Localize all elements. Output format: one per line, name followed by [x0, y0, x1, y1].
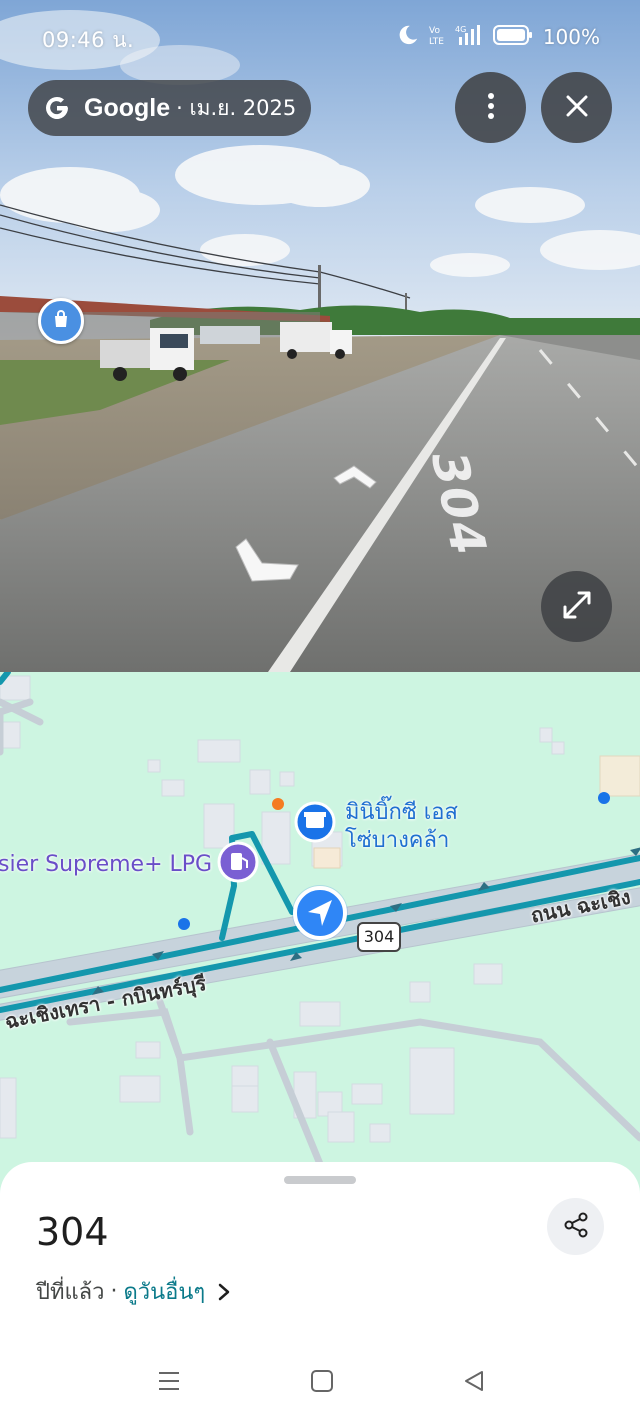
battery-icon	[492, 24, 533, 50]
capture-date: · เม.ย. 2025	[176, 95, 297, 120]
volte-icon: Vo LTE	[429, 23, 445, 51]
system-navigation-bar	[0, 1355, 640, 1411]
more-options-button[interactable]	[455, 72, 526, 143]
close-button[interactable]	[541, 72, 612, 143]
poi-store-label-line2[interactable]: โซ่บางคล้า	[345, 827, 449, 854]
mini-map[interactable]: มินิบิ๊กซี เอส โซ่บางคล้า sier Supreme+ …	[0, 672, 640, 1202]
svg-text:Vo: Vo	[429, 26, 440, 36]
status-time: 09:46 น.	[42, 28, 135, 52]
battery-percent: 100%	[542, 25, 600, 49]
separator: ·	[110, 1279, 118, 1304]
shopping-place-marker[interactable]	[38, 298, 84, 344]
fuel-station-label[interactable]: sier Supreme+ LPG	[0, 852, 212, 877]
see-other-dates-link[interactable]: ดูวันอื่นๆ	[123, 1274, 205, 1309]
recents-icon[interactable]	[157, 1369, 181, 1397]
poi-store-label-line1[interactable]: มินิบิ๊กซี เอส	[345, 799, 458, 826]
google-brand: Google	[84, 93, 171, 122]
svg-text:LTE: LTE	[429, 37, 444, 47]
fullscreen-button[interactable]	[541, 571, 612, 642]
place-title: 304	[36, 1210, 109, 1254]
map-canvas	[0, 672, 640, 1168]
back-icon[interactable]	[462, 1369, 486, 1397]
4g-signal-icon: 4G	[455, 23, 483, 51]
close-icon	[566, 95, 588, 121]
share-icon	[563, 1212, 589, 1242]
home-icon[interactable]	[310, 1369, 334, 1397]
status-icons: Vo LTE 4G 100%	[397, 24, 600, 50]
google-g-icon	[42, 93, 72, 123]
svg-text:4G: 4G	[455, 25, 466, 34]
share-button[interactable]	[547, 1198, 604, 1255]
street-view-panorama[interactable]: 09:46 น. Vo LTE 4G 100% Google · เม.ย. 20…	[0, 0, 640, 672]
moon-icon	[397, 24, 419, 50]
route-shield: 304	[357, 922, 401, 952]
shopping-bag-icon	[51, 309, 71, 333]
status-bar: 09:46 น. Vo LTE 4G 100%	[0, 0, 640, 70]
imagery-info-pill[interactable]: Google · เม.ย. 2025	[28, 80, 311, 136]
more-vert-icon	[487, 92, 495, 123]
capture-relative-time: ปีที่แล้ว	[36, 1280, 105, 1305]
capture-info-row[interactable]: ปีที่แล้ว · ดูวันอื่นๆ	[36, 1274, 231, 1309]
chevron-right-icon	[217, 1282, 231, 1302]
move-backward-arrow[interactable]	[232, 535, 304, 593]
move-forward-arrow[interactable]	[330, 462, 378, 496]
sheet-drag-handle[interactable]	[284, 1176, 356, 1184]
fullscreen-icon	[561, 589, 593, 625]
